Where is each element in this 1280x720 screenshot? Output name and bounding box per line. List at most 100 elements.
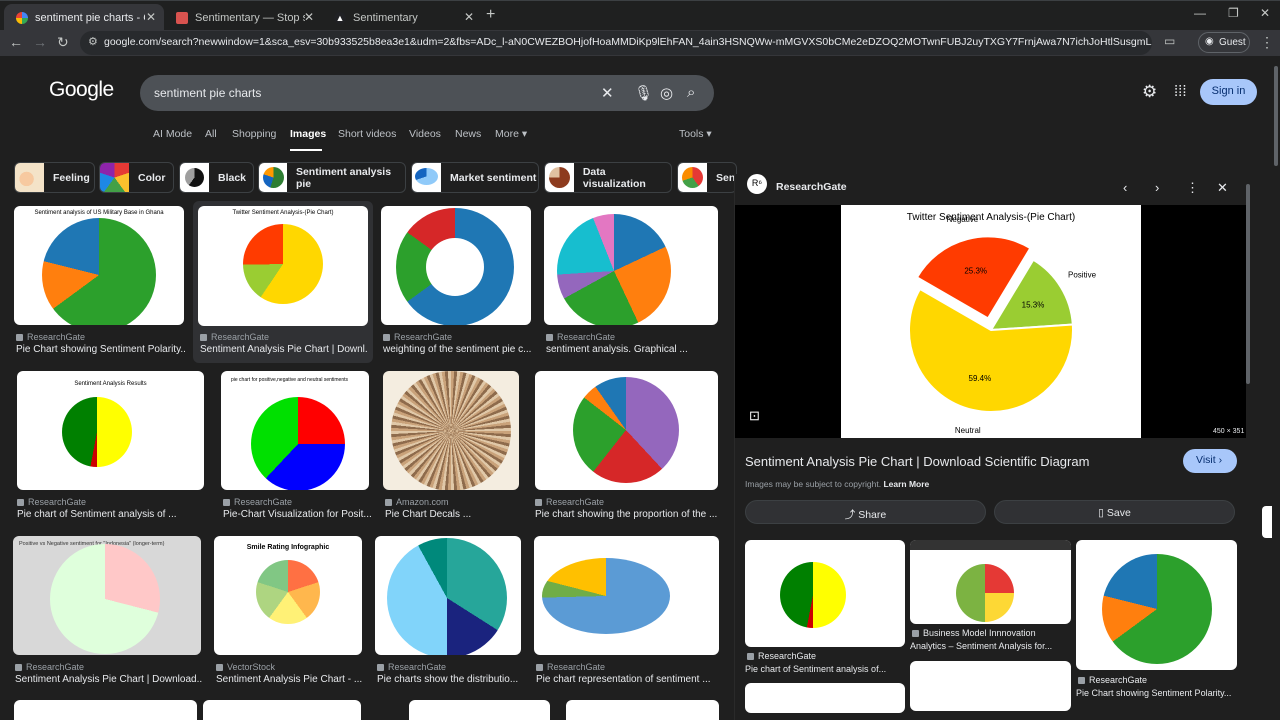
tab-all[interactable]: All [205, 128, 217, 140]
cast-icon[interactable]: ▭ [1164, 34, 1175, 48]
result-title[interactable]: Pie-Chart Visualization for Posit... [223, 509, 371, 520]
result-title[interactable]: Pie chart representation of sentiment ..… [536, 674, 721, 685]
visit-button[interactable]: Visit › [1183, 449, 1237, 473]
tab-more[interactable]: More ▾ [495, 128, 527, 140]
google-logo[interactable]: Google [49, 78, 114, 102]
tab-ai-mode[interactable]: AI Mode [153, 128, 192, 140]
result-title[interactable]: weighting of the sentiment pie c... [383, 344, 531, 355]
new-tab-icon[interactable]: + [486, 6, 495, 24]
result-thumbnail[interactable] [566, 700, 719, 720]
result-title[interactable]: Pie Chart showing Sentiment Polarity... [16, 344, 186, 355]
tools-button[interactable]: Tools ▾ [679, 128, 712, 140]
lens-icon[interactable]: ◎ [660, 84, 673, 102]
apps-grid-icon[interactable]: ⁞⁞⁞ [1174, 83, 1187, 100]
result-thumbnail[interactable] [383, 371, 519, 490]
result-thumbnail[interactable]: Sentiment analysis of US Military Base i… [14, 206, 184, 325]
result-thumbnail[interactable] [375, 536, 521, 655]
result-card-selected[interactable]: Twitter Sentiment Analysis-(Pie Chart) R… [193, 201, 373, 363]
related-source: ResearchGate [747, 651, 816, 661]
forward-icon[interactable]: → [33, 34, 47, 50]
panel-title[interactable]: Sentiment Analysis Pie Chart | Download … [745, 454, 1089, 469]
tab-news[interactable]: News [455, 128, 481, 140]
clear-search-icon[interactable]: ✕ [601, 84, 614, 102]
result-thumbnail[interactable]: Smile Rating Infographic [214, 536, 362, 655]
site-info-icon[interactable]: ⚙ [88, 35, 98, 48]
result-title[interactable]: Pie chart showing the proportion of the … [535, 509, 718, 520]
chip-feeling[interactable]: Feeling [14, 162, 95, 193]
chip-label: Sen [716, 171, 736, 184]
result-thumbnail[interactable]: Sentiment Analysis Results [17, 371, 204, 490]
page-scrollbar[interactable] [1272, 56, 1280, 720]
tab-sentimentary-scroll[interactable]: Sentimentary — Stop scrolling ✕ [164, 4, 322, 31]
tab-sentimentary[interactable]: ▲ Sentimentary ✕ [322, 4, 482, 31]
tab-short-videos[interactable]: Short videos [338, 128, 396, 140]
address-bar[interactable]: ⚙ google.com/search?newwindow=1&sca_esv=… [80, 31, 1152, 55]
minimize-icon[interactable]: — [1194, 6, 1206, 20]
related-title[interactable]: Pie Chart showing Sentiment Polarity... [1076, 688, 1237, 698]
lens-search-icon[interactable]: ⊡ [749, 408, 760, 424]
panel-scrollbar[interactable] [1246, 184, 1251, 708]
related-thumbnail[interactable] [910, 661, 1071, 711]
result-title[interactable]: Sentiment Analysis Pie Chart - ... [216, 674, 364, 685]
side-extension-buttons[interactable] [1262, 506, 1272, 538]
result-thumbnail[interactable] [14, 700, 197, 720]
reload-icon[interactable]: ↻ [57, 34, 69, 51]
related-thumbnail[interactable] [910, 540, 1071, 624]
panel-source[interactable]: ResearchGate [776, 181, 847, 193]
related-thumbnail[interactable] [1076, 540, 1237, 670]
result-thumbnail[interactable] [409, 700, 550, 720]
result-thumbnail[interactable] [534, 536, 719, 655]
search-input[interactable]: sentiment pie charts [140, 75, 714, 111]
close-tab-icon[interactable]: ✕ [146, 10, 156, 24]
related-title[interactable]: Pie chart of Sentiment analysis of... [745, 664, 905, 674]
result-thumbnail[interactable] [381, 206, 531, 325]
chip-color[interactable]: Color [99, 162, 174, 193]
browser-menu-icon[interactable]: ⋮ [1260, 34, 1274, 51]
microphone-icon[interactable]: 🎙 [634, 84, 653, 102]
chip-market-sentiment[interactable]: Market sentiment [411, 162, 539, 193]
search-icon[interactable]: ⌕ [687, 84, 695, 101]
tab-images[interactable]: Images [290, 128, 326, 140]
close-tab-icon[interactable]: ✕ [304, 10, 314, 24]
close-tab-icon[interactable]: ✕ [464, 10, 474, 24]
result-title[interactable]: Pie chart of Sentiment analysis of ... [17, 509, 204, 520]
settings-gear-icon[interactable]: ⚙ [1142, 82, 1157, 102]
result-title[interactable]: Sentiment Analysis Pie Chart | Download.… [15, 674, 203, 685]
tab-shopping[interactable]: Shopping [232, 128, 276, 140]
result-thumbnail[interactable] [203, 700, 361, 720]
related-thumbnail[interactable] [745, 683, 905, 713]
tab-videos[interactable]: Videos [409, 128, 441, 140]
result-title[interactable]: Sentiment Analysis Pie Chart | Downl... [200, 344, 368, 355]
result-thumbnail[interactable]: Positive vs Negative sentiment for "Indo… [13, 536, 201, 655]
related-title[interactable]: Analytics – Sentiment Analysis for... [910, 641, 1071, 651]
browser-toolbar: ← → ↻ ⚙ google.com/search?newwindow=1&sc… [0, 30, 1280, 56]
chip-black[interactable]: Black [179, 162, 254, 193]
learn-more-link[interactable]: Learn More [883, 479, 929, 489]
result-title[interactable]: Pie charts show the distributio... [377, 674, 523, 685]
chip-sen[interactable]: Sen [677, 162, 737, 193]
next-icon[interactable]: › [1155, 180, 1159, 195]
result-thumbnail[interactable]: Twitter Sentiment Analysis-(Pie Chart) [198, 206, 368, 326]
close-panel-icon[interactable]: ✕ [1217, 180, 1228, 196]
previous-icon[interactable]: ‹ [1123, 180, 1127, 195]
guest-profile-button[interactable]: ◉ Guest [1198, 32, 1250, 53]
more-options-icon[interactable]: ⋮ [1186, 180, 1199, 196]
chip-sentiment-analysis-pie[interactable]: Sentiment analysis pie [258, 162, 406, 193]
result-title[interactable]: sentiment analysis. Graphical ... [546, 344, 718, 355]
related-thumbnail[interactable] [745, 540, 905, 647]
result-thumbnail[interactable] [535, 371, 718, 490]
maximize-icon[interactable]: ❐ [1228, 6, 1239, 20]
result-thumbnail[interactable]: pie chart for positive,negative and neut… [221, 371, 369, 490]
close-window-icon[interactable]: ✕ [1260, 6, 1270, 20]
result-source: ResearchGate [17, 497, 86, 507]
result-title[interactable]: Pie Chart Decals ... [385, 509, 521, 520]
share-button[interactable]: ⤴ Share [745, 500, 986, 524]
chip-data-visualization[interactable]: Data visualization [544, 162, 672, 193]
result-thumbnail[interactable] [544, 206, 718, 325]
tab-google-search[interactable]: sentiment pie charts - Google S ✕ [4, 4, 164, 31]
active-tab-underline [290, 149, 322, 151]
save-button[interactable]: ▯ Save [994, 500, 1235, 524]
preview-image-area[interactable]: Twitter Sentiment Analysis-(Pie Chart) 25… [735, 205, 1249, 438]
back-icon[interactable]: ← [9, 34, 23, 50]
sign-in-button[interactable]: Sign in [1200, 79, 1257, 105]
